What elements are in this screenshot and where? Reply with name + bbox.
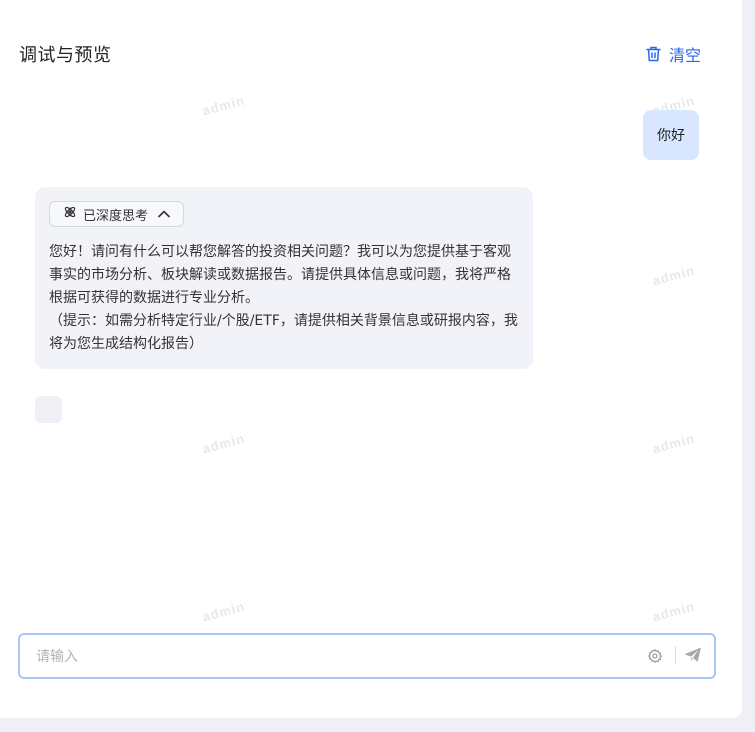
trash-icon xyxy=(646,46,661,62)
bot-message-bubble: 已深度思考 您好！请问有什么可以帮您解答的投资相关问题？我可以为您提供基于客观事… xyxy=(35,187,533,369)
chat-input[interactable] xyxy=(34,635,638,679)
bot-message-paragraph: 您好！请问有什么可以帮您解答的投资相关问题？我可以为您提供基于客观事实的市场分析… xyxy=(49,244,511,306)
watermark: admin xyxy=(650,262,697,289)
divider xyxy=(675,646,676,664)
clear-label: 清空 xyxy=(669,46,702,65)
chat-input-box[interactable] xyxy=(18,633,716,679)
user-message-bubble: 你好 xyxy=(643,110,699,160)
chevron-up-icon xyxy=(158,207,170,222)
watermark: admin xyxy=(650,430,697,457)
bot-message-text: 您好！请问有什么可以帮您解答的投资相关问题？我可以为您提供基于客观事实的市场分析… xyxy=(49,241,523,356)
watermark: admin xyxy=(200,92,247,119)
watermark: admin xyxy=(200,430,247,457)
bot-message-paragraph: （提示：如需分析特定行业/个股/ETF，请提供相关背景信息或研报内容，我将为您生… xyxy=(49,313,518,352)
loading-bubble xyxy=(35,396,62,423)
watermark: admin xyxy=(200,598,247,625)
deep-thinking-toggle[interactable]: 已深度思考 xyxy=(49,201,184,227)
debug-preview-panel: 调试与预览 清空 admin admin admin admin admin a… xyxy=(0,0,742,718)
atom-icon xyxy=(63,205,77,223)
send-icon[interactable] xyxy=(684,647,702,667)
clear-button[interactable]: 清空 xyxy=(646,42,701,66)
watermark: admin xyxy=(650,598,697,625)
page-title: 调试与预览 xyxy=(19,45,112,66)
user-message-text: 你好 xyxy=(657,128,685,144)
deep-thinking-label: 已深度思考 xyxy=(83,208,149,224)
gear-icon[interactable] xyxy=(648,648,663,667)
